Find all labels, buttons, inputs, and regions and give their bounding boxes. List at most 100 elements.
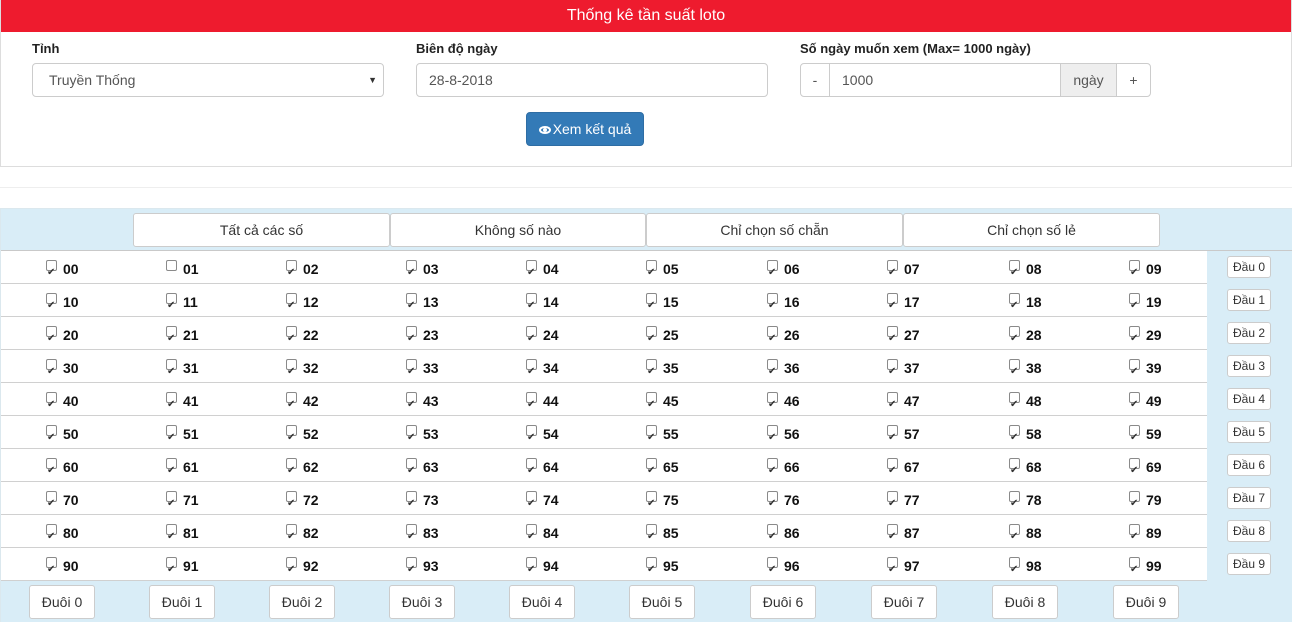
checkbox-29[interactable] [1129,323,1140,355]
number-cell-04[interactable]: 04 [526,251,606,289]
number-cell-12[interactable]: 12 [286,284,366,322]
checkbox-65[interactable] [646,455,657,487]
number-cell-32[interactable]: 32 [286,350,366,388]
number-cell-46[interactable]: 46 [767,383,847,421]
checkbox-82[interactable] [286,521,297,553]
number-cell-87[interactable]: 87 [887,515,967,553]
checkbox-00[interactable] [46,257,57,289]
dau-button-1[interactable]: Đầu 1 [1227,289,1271,311]
number-cell-70[interactable]: 70 [46,482,126,520]
number-cell-83[interactable]: 83 [406,515,486,553]
checkbox-60[interactable] [46,455,57,487]
checkbox-17[interactable] [887,290,898,322]
checkbox-44[interactable] [526,389,537,421]
number-cell-61[interactable]: 61 [166,449,246,487]
checkbox-22[interactable] [286,323,297,355]
number-cell-11[interactable]: 11 [166,284,246,322]
number-cell-18[interactable]: 18 [1009,284,1089,322]
checkbox-14[interactable] [526,290,537,322]
checkbox-12[interactable] [286,290,297,322]
checkbox-27[interactable] [887,323,898,355]
number-cell-31[interactable]: 31 [166,350,246,388]
checkbox-55[interactable] [646,422,657,454]
number-cell-23[interactable]: 23 [406,317,486,355]
checkbox-73[interactable] [406,488,417,520]
number-cell-07[interactable]: 07 [887,251,967,289]
number-cell-84[interactable]: 84 [526,515,606,553]
number-cell-56[interactable]: 56 [767,416,847,454]
checkbox-38[interactable] [1009,356,1020,388]
number-cell-30[interactable]: 30 [46,350,126,388]
number-cell-06[interactable]: 06 [767,251,847,289]
checkbox-30[interactable] [46,356,57,388]
checkbox-01[interactable] [166,260,177,271]
days-plus-button[interactable]: + [1116,63,1151,97]
checkbox-23[interactable] [406,323,417,355]
number-cell-86[interactable]: 86 [767,515,847,553]
number-cell-19[interactable]: 19 [1129,284,1209,322]
number-cell-15[interactable]: 15 [646,284,726,322]
checkbox-86[interactable] [767,521,778,553]
checkbox-62[interactable] [286,455,297,487]
checkbox-34[interactable] [526,356,537,388]
checkbox-69[interactable] [1129,455,1140,487]
number-cell-91[interactable]: 91 [166,548,246,586]
number-cell-66[interactable]: 66 [767,449,847,487]
number-cell-78[interactable]: 78 [1009,482,1089,520]
checkbox-52[interactable] [286,422,297,454]
checkbox-33[interactable] [406,356,417,388]
number-cell-54[interactable]: 54 [526,416,606,454]
checkbox-41[interactable] [166,389,177,421]
checkbox-80[interactable] [46,521,57,553]
checkbox-78[interactable] [1009,488,1020,520]
checkbox-54[interactable] [526,422,537,454]
number-cell-47[interactable]: 47 [887,383,967,421]
number-cell-28[interactable]: 28 [1009,317,1089,355]
checkbox-49[interactable] [1129,389,1140,421]
number-cell-64[interactable]: 64 [526,449,606,487]
checkbox-36[interactable] [767,356,778,388]
checkbox-75[interactable] [646,488,657,520]
number-cell-58[interactable]: 58 [1009,416,1089,454]
number-cell-22[interactable]: 22 [286,317,366,355]
number-cell-36[interactable]: 36 [767,350,847,388]
checkbox-90[interactable] [46,554,57,586]
checkbox-25[interactable] [646,323,657,355]
number-cell-67[interactable]: 67 [887,449,967,487]
number-cell-53[interactable]: 53 [406,416,486,454]
checkbox-66[interactable] [767,455,778,487]
number-cell-10[interactable]: 10 [46,284,126,322]
checkbox-47[interactable] [887,389,898,421]
number-cell-85[interactable]: 85 [646,515,726,553]
number-cell-49[interactable]: 49 [1129,383,1209,421]
checkbox-37[interactable] [887,356,898,388]
number-cell-80[interactable]: 80 [46,515,126,553]
number-cell-14[interactable]: 14 [526,284,606,322]
number-cell-50[interactable]: 50 [46,416,126,454]
checkbox-64[interactable] [526,455,537,487]
checkbox-09[interactable] [1129,257,1140,289]
checkbox-05[interactable] [646,257,657,289]
checkbox-32[interactable] [286,356,297,388]
checkbox-06[interactable] [767,257,778,289]
number-cell-75[interactable]: 75 [646,482,726,520]
dau-button-7[interactable]: Đầu 7 [1227,487,1271,509]
number-cell-94[interactable]: 94 [526,548,606,586]
number-cell-99[interactable]: 99 [1129,548,1209,586]
checkbox-53[interactable] [406,422,417,454]
dau-button-8[interactable]: Đầu 8 [1227,520,1271,542]
days-input[interactable]: 1000 [829,63,1061,97]
number-cell-68[interactable]: 68 [1009,449,1089,487]
number-cell-44[interactable]: 44 [526,383,606,421]
checkbox-85[interactable] [646,521,657,553]
number-cell-33[interactable]: 33 [406,350,486,388]
number-cell-09[interactable]: 09 [1129,251,1209,289]
checkbox-59[interactable] [1129,422,1140,454]
dau-button-5[interactable]: Đầu 5 [1227,421,1271,443]
checkbox-42[interactable] [286,389,297,421]
number-cell-97[interactable]: 97 [887,548,967,586]
dau-button-9[interactable]: Đầu 9 [1227,553,1271,575]
duoi-button-0[interactable]: Đuôi 0 [29,585,95,619]
duoi-button-5[interactable]: Đuôi 5 [629,585,695,619]
checkbox-51[interactable] [166,422,177,454]
